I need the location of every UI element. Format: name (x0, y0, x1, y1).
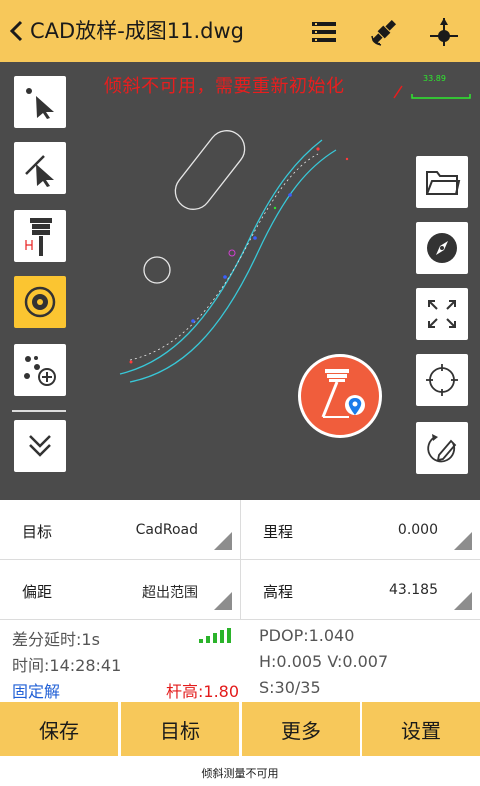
app-root: CAD放样-成图11.dwg 倾斜不可用，需要重新初始化 33.89 目标 Ca… (0, 0, 480, 786)
elevation-value: 43.185 (389, 582, 438, 598)
compass-button[interactable] (416, 222, 468, 274)
dropdown-corner-icon (214, 532, 232, 550)
target-point-icon (24, 286, 56, 318)
back-icon[interactable] (6, 16, 28, 46)
elevation-label: 高程 (263, 583, 294, 601)
page-title: CAD放样-成图11.dwg (30, 19, 245, 43)
info-row-1: 目标 CadRoad 里程 0.000 (0, 500, 480, 560)
bottom-button-bar: 保存 目标 更多 设置 (0, 700, 480, 758)
dropdown-corner-icon (454, 532, 472, 550)
more-button[interactable]: 更多 (242, 702, 360, 756)
fullscreen-icon (428, 300, 456, 328)
menu-list-icon[interactable] (306, 14, 342, 50)
stake-out-button[interactable] (298, 354, 382, 438)
expand-toolbar-button[interactable] (14, 420, 66, 472)
elevation-cell[interactable]: 高程 43.185 (240, 560, 480, 620)
offset-label: 偏距 (22, 583, 53, 601)
cad-drawing (119, 130, 349, 383)
locate-icon (426, 364, 458, 396)
satellite-count: S:30/35 (259, 678, 321, 697)
gps-fix-icon[interactable] (426, 14, 462, 50)
open-file-button[interactable] (416, 156, 468, 208)
compass-icon (427, 233, 457, 263)
select-line-icon (25, 155, 54, 187)
solution-status: 固定解 (12, 682, 61, 701)
fullscreen-button[interactable] (416, 288, 468, 340)
pdop-value: PDOP:1.040 (259, 626, 355, 645)
pole-height: 杆高:1.80 (166, 682, 240, 701)
mileage-label: 里程 (263, 523, 294, 541)
add-points-icon (24, 356, 56, 386)
locate-button[interactable] (416, 354, 468, 406)
info-row-2: 偏距 超出范围 高程 43.185 (0, 560, 480, 620)
target-button[interactable]: 目标 (121, 702, 239, 756)
rover-pole-icon (25, 218, 52, 256)
mileage-cell[interactable]: 里程 0.000 (240, 500, 480, 560)
dropdown-corner-icon (454, 592, 472, 610)
target-label: 目标 (22, 523, 53, 541)
satellite-icon[interactable] (366, 14, 402, 50)
toast-message: 倾斜测量不可用 (201, 767, 279, 780)
status-panel: 差分延时:1s PDOP:1.040 时间:14:28:41 H:0.005 V… (0, 620, 480, 701)
time-value: 时间:14:28:41 (12, 656, 122, 675)
dropdown-corner-icon (214, 592, 232, 610)
expand-down-icon (29, 435, 51, 457)
target-cell[interactable]: 目标 CadRoad (0, 500, 240, 560)
top-bar: CAD放样-成图11.dwg (0, 0, 480, 62)
mileage-value: 0.000 (397, 522, 438, 538)
hv-precision: H:0.005 V:0.007 (259, 652, 389, 671)
save-button[interactable]: 保存 (0, 702, 118, 756)
offset-value: 超出范围 (142, 585, 198, 601)
stake-out-icon (321, 369, 365, 418)
edit-button[interactable] (416, 422, 468, 474)
select-line-tool[interactable] (14, 142, 66, 194)
signal-strength-icon (199, 628, 231, 643)
add-points-tool[interactable] (14, 344, 66, 396)
folder-icon (426, 171, 461, 195)
cad-map-canvas[interactable]: 倾斜不可用，需要重新初始化 33.89 (0, 62, 480, 500)
rover-pole-tool[interactable] (14, 210, 66, 262)
select-arrow-icon (26, 88, 54, 119)
target-value: CadRoad (135, 522, 198, 538)
edit-icon (427, 434, 457, 463)
toolbar-divider (12, 410, 66, 412)
diff-delay: 差分延时:1s (12, 630, 100, 649)
target-point-tool[interactable] (14, 276, 66, 328)
settings-button[interactable]: 设置 (362, 702, 480, 756)
select-arrow-tool[interactable] (14, 76, 66, 128)
offset-cell[interactable]: 偏距 超出范围 (0, 560, 240, 620)
